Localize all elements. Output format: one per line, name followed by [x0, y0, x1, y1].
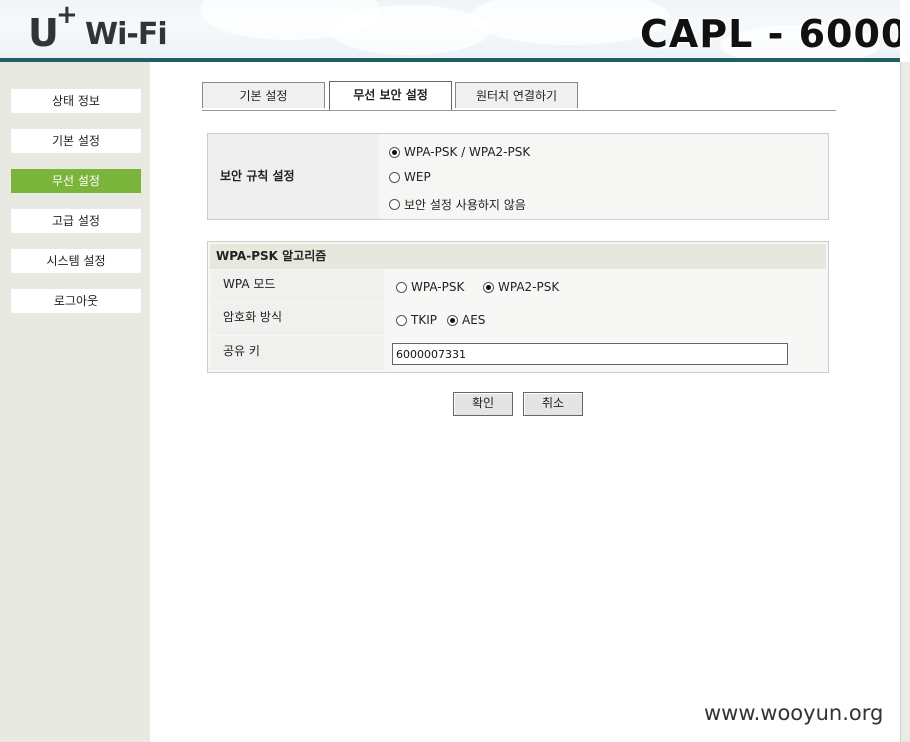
shared-key-label: 공유 키: [210, 336, 384, 370]
encryption-row: 암호화 방식 TKIP AES: [210, 303, 826, 335]
algorithm-heading: WPA-PSK 알고리즘: [210, 244, 826, 269]
radio-option-wpa-psk-wpa2-psk[interactable]: WPA-PSK / WPA2-PSK: [389, 145, 530, 159]
encryption-options: TKIP AES: [386, 303, 826, 335]
radio-selected-icon[interactable]: [447, 314, 458, 326]
sidebar-item-wireless-settings[interactable]: 무선 설정: [11, 169, 141, 193]
sidebar: 상태 정보 기본 설정 무선 설정 고급 설정 시스템 설정 로그아웃: [0, 62, 150, 742]
logo-plus: +: [56, 0, 78, 30]
tab-wireless-security[interactable]: 무선 보안 설정: [329, 81, 452, 110]
radio-option-no-security[interactable]: 보안 설정 사용하지 않음: [389, 196, 526, 213]
radio-option-wpa2-psk[interactable]: WPA2-PSK: [483, 280, 559, 294]
radio-unselected-icon[interactable]: [396, 281, 407, 293]
radio-option-wpa-psk[interactable]: WPA-PSK: [396, 280, 464, 294]
logo-wifi: Wi-Fi: [85, 17, 168, 52]
radio-label: AES: [462, 313, 486, 327]
header-banner: U + Wi-Fi CAPL - 6000: [0, 0, 900, 62]
scrollbar-track[interactable]: [900, 62, 910, 742]
security-rule-label: 보안 규칙 설정: [208, 134, 379, 219]
radio-selected-icon[interactable]: [483, 281, 494, 293]
cloud-decoration: [330, 5, 490, 55]
shared-key-value: [386, 336, 826, 370]
tab-basic-settings[interactable]: 기본 설정: [202, 82, 325, 108]
wpa-mode-options: WPA-PSK WPA2-PSK: [386, 270, 826, 302]
radio-selected-icon[interactable]: [389, 146, 400, 158]
sidebar-item-advanced-settings[interactable]: 고급 설정: [11, 209, 141, 233]
logo-u: U: [28, 11, 59, 55]
watermark: www.wooyun.org: [704, 701, 884, 725]
radio-label: WPA-PSK / WPA2-PSK: [404, 145, 531, 159]
radio-label: WEP: [404, 170, 431, 184]
wpa-psk-algorithm-panel: WPA-PSK 알고리즘 WPA 모드 WPA-PSK WPA2-PSK 암호화…: [207, 241, 829, 373]
confirm-button[interactable]: 확인: [453, 392, 513, 416]
wpa-mode-label: WPA 모드: [210, 270, 384, 302]
model-title: CAPL - 6000: [640, 12, 900, 56]
shared-key-input[interactable]: [392, 343, 788, 365]
radio-label: WPA-PSK: [411, 280, 465, 294]
tab-one-touch-connect[interactable]: 원터치 연결하기: [455, 82, 578, 108]
radio-label: TKIP: [411, 313, 437, 327]
radio-unselected-icon[interactable]: [389, 171, 400, 183]
sidebar-item-system-settings[interactable]: 시스템 설정: [11, 249, 141, 273]
radio-option-tkip[interactable]: TKIP: [396, 313, 437, 327]
tab-bar: 기본 설정 무선 보안 설정 원터치 연결하기: [202, 81, 836, 111]
radio-option-aes[interactable]: AES: [447, 313, 485, 327]
sidebar-item-status[interactable]: 상태 정보: [11, 89, 141, 113]
radio-label: WPA2-PSK: [498, 280, 560, 294]
security-rule-panel: 보안 규칙 설정 WPA-PSK / WPA2-PSK WEP 보안 설정 사용…: [207, 133, 829, 220]
radio-option-wep[interactable]: WEP: [389, 170, 431, 184]
radio-unselected-icon[interactable]: [389, 199, 400, 210]
encryption-label: 암호화 방식: [210, 303, 384, 335]
radio-unselected-icon[interactable]: [396, 314, 407, 326]
cancel-button[interactable]: 취소: [523, 392, 583, 416]
wpa-mode-row: WPA 모드 WPA-PSK WPA2-PSK: [210, 270, 826, 302]
radio-label: 보안 설정 사용하지 않음: [404, 198, 526, 212]
shared-key-row: 공유 키: [210, 336, 826, 370]
sidebar-item-basic-settings[interactable]: 기본 설정: [11, 129, 141, 153]
sidebar-item-logout[interactable]: 로그아웃: [11, 289, 141, 313]
